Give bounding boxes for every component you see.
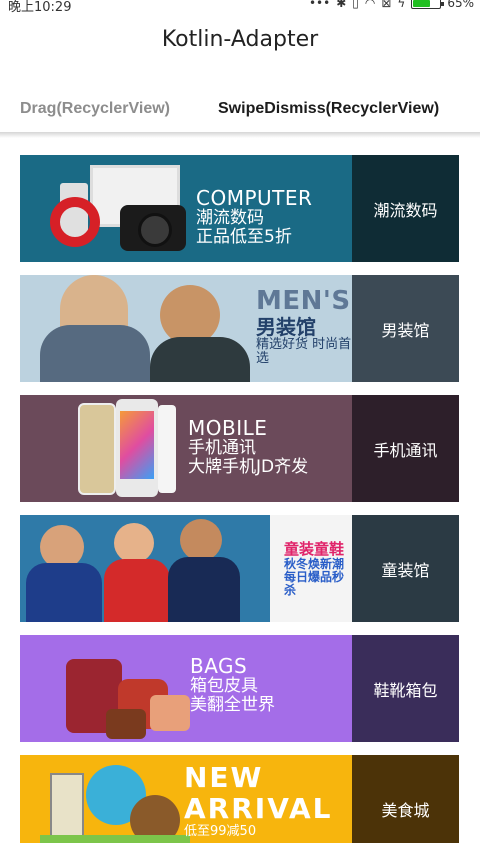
category-label-box[interactable]: 手机通讯	[352, 395, 459, 502]
banner-image: 童装童鞋 秋冬焕新潮 每日爆品秒杀	[20, 515, 352, 622]
status-bar: 晚上10:29 ••• ✱ ▯ ◠ ⊠ ϟ 65%	[0, 0, 480, 15]
category-label-box[interactable]: 男装馆	[352, 275, 459, 382]
sim-off-icon: ⊠	[381, 0, 392, 10]
category-label: 男装馆	[381, 320, 430, 340]
category-label: 美食城	[381, 800, 430, 820]
category-label: 手机通讯	[373, 440, 438, 460]
tab-drag[interactable]: Drag(RecyclerView)	[20, 100, 170, 118]
promo-line-2: 低至99减50	[184, 823, 257, 839]
promo-title: COMPUTER	[196, 186, 313, 210]
list-item[interactable]: NEW ARRIVAL 低至99减50 美食城	[20, 755, 459, 843]
promo-line-1: 男装馆	[256, 314, 316, 339]
promo-title: NEW	[184, 761, 264, 794]
wifi-icon: ◠	[364, 0, 376, 10]
category-label-box[interactable]: 鞋靴箱包	[352, 635, 459, 742]
promo-title: 童装童鞋	[284, 540, 345, 558]
vibrate-icon: ▯	[352, 0, 359, 10]
promo-title: MEN'S	[256, 286, 351, 316]
tab-swipe-dismiss[interactable]: SwipeDismiss(RecyclerView)	[218, 100, 439, 118]
battery-percent: 65%	[447, 0, 474, 10]
banner-image: MEN'S 男装馆 精选好货 时尚首选	[20, 275, 352, 382]
status-icons: ••• ✱ ▯ ◠ ⊠ ϟ 65%	[309, 0, 474, 10]
tab-bar: Drag(RecyclerView) SwipeDismiss(Recycler…	[0, 96, 480, 132]
status-time: 晚上10:29	[8, 0, 72, 15]
bluetooth-icon: ✱	[336, 0, 347, 10]
category-label: 潮流数码	[373, 200, 438, 220]
app-toolbar: Kotlin-Adapter	[0, 14, 480, 68]
category-label-box[interactable]: 潮流数码	[352, 155, 459, 262]
promo-title: BAGS	[190, 654, 248, 678]
promo-line-1: 箱包皮具	[190, 676, 258, 696]
category-label-box[interactable]: 美食城	[352, 755, 459, 843]
list-item[interactable]: 童装童鞋 秋冬焕新潮 每日爆品秒杀 童装馆	[20, 515, 459, 622]
battery-icon	[411, 0, 445, 9]
promo-line-1: 手机通讯	[188, 438, 256, 458]
promo-line-2: 正品低至5折	[196, 226, 292, 247]
category-label-box[interactable]: 童装馆	[352, 515, 459, 622]
promo-title: MOBILE	[188, 416, 268, 440]
promo-line-1: 秋冬焕新潮	[284, 556, 345, 571]
promo-line-2: 大牌手机JD齐发	[188, 456, 309, 477]
banner-image: MOBILE 手机通讯 大牌手机JD齐发	[20, 395, 352, 502]
promo-line-2: 每日爆品秒杀	[284, 569, 345, 597]
category-label: 童装馆	[381, 560, 430, 580]
promo-line-1: ARRIVAL	[184, 791, 333, 825]
charging-icon: ϟ	[397, 0, 406, 10]
promo-line-2: 美翻全世界	[190, 694, 275, 715]
banner-image: COMPUTER 潮流数码 正品低至5折	[20, 155, 352, 262]
list-item[interactable]: BAGS 箱包皮具 美翻全世界 鞋靴箱包	[20, 635, 459, 742]
category-label: 鞋靴箱包	[373, 680, 438, 700]
banner-image: BAGS 箱包皮具 美翻全世界	[20, 635, 352, 742]
list-item[interactable]: MEN'S 男装馆 精选好货 时尚首选 男装馆	[20, 275, 459, 382]
battery-level	[413, 0, 431, 7]
list-item[interactable]: MOBILE 手机通讯 大牌手机JD齐发 手机通讯	[20, 395, 459, 502]
promo-line-1: 潮流数码	[196, 208, 264, 228]
promo-line-2: 精选好货 时尚首选	[256, 336, 352, 366]
banner-image: NEW ARRIVAL 低至99减50	[20, 755, 352, 843]
list-item[interactable]: COMPUTER 潮流数码 正品低至5折 潮流数码	[20, 155, 459, 262]
page-title: Kotlin-Adapter	[161, 27, 319, 52]
more-dots-icon: •••	[308, 0, 331, 10]
tab-bar-shadow	[0, 132, 480, 138]
